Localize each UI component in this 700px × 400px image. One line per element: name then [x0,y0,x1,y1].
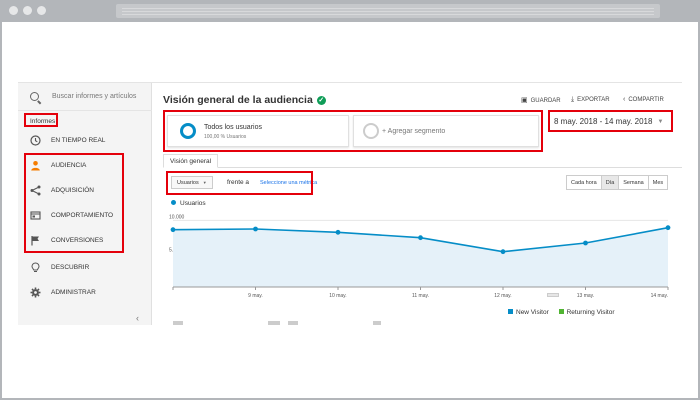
legend-new-visitor: New Visitor [508,309,549,316]
metric-select-value: Usuarios [177,180,199,186]
data-point [418,235,423,241]
sidebar-item-comportamiento[interactable]: COMPORTAMIENTO [18,206,152,226]
save-button[interactable]: ▣ GUARDAR [521,96,561,104]
acquisition-icon [30,185,41,196]
behavior-icon [30,210,41,221]
sidebar: Buscar informes y artículos Informes EN … [18,83,152,325]
export-icon: ⤓ [571,96,575,103]
metric-select[interactable]: Usuarios ▼ [171,176,213,189]
browser-title-bar [0,0,700,22]
clock-icon [30,135,41,146]
sidebar-section-informes: Informes [30,118,56,125]
share-button[interactable]: ‹ COMPARTIR [623,96,664,103]
tab-vision-general[interactable]: Visión general [163,154,219,168]
analytics-app: Buscar informes y artículos Informes EN … [18,82,682,325]
sidebar-item-label: ADQUISICIÓN [51,187,94,194]
sidebar-item-realtime[interactable]: EN TIEMPO REAL [18,131,152,151]
export-button[interactable]: ⤓ EXPORTAR [571,96,610,104]
page-title-text: Visión general de la audiencia [163,94,313,106]
period-week-button[interactable]: Semana [618,175,649,190]
legend-label: Returning Visitor [566,309,615,316]
x-tick-label: 10 may. [329,293,346,299]
legend-swatch [508,309,513,314]
collapse-sidebar-icon[interactable]: ‹ [136,313,139,323]
period-month-button[interactable]: Mes [647,175,669,190]
search-input[interactable]: Buscar informes y artículos [52,93,136,100]
segment-all-users[interactable]: Todos los usuarios 100,00 % Usuarios [167,115,349,147]
sidebar-search[interactable]: Buscar informes y artículos [18,83,152,111]
sidebar-item-administrar[interactable]: ADMINISTRAR [18,283,152,303]
x-tick-label: 11 may. [412,293,429,299]
chart-legend: Usuarios [171,200,206,207]
sidebar-item-label: EN TIEMPO REAL [51,137,106,144]
verified-check-icon: ✓ [316,96,326,105]
export-label: EXPORTAR [577,97,610,103]
main-content: Visión general de la audiencia ✓ ▣ GUARDAR… [153,83,682,325]
sidebar-item-audiencia[interactable]: AUDIENCIA [18,156,152,176]
visitor-type-legend: New Visitor Returning Visitor [508,309,623,316]
sidebar-item-label: CONVERSIONES [51,237,104,244]
sidebar-item-label: AUDIENCIA [51,162,87,169]
window-minimize-dot[interactable] [23,6,32,15]
sidebar-item-label: DESCUBRIR [51,264,90,271]
segment-name: Todos los usuarios [204,124,262,131]
flag-icon [30,235,41,246]
gear-icon [30,287,41,298]
period-hourly-button[interactable]: Cada hora [566,175,602,190]
window-maximize-dot[interactable] [37,6,46,15]
data-point [170,227,176,233]
x-tick-label: 9 may. [248,293,263,299]
add-segment-label: + Agregar segmento [382,128,446,135]
address-bar[interactable] [116,4,660,18]
save-label: GUARDAR [530,98,561,104]
save-icon: ▣ [521,97,528,104]
date-range-picker[interactable]: 8 may. 2018 - 14 may. 2018 ▼ [554,117,663,126]
data-point [253,226,258,232]
x-tick-label: 14 may. [651,293,668,299]
chart-scroll-handle[interactable] [547,293,559,297]
data-point [335,229,341,235]
legend-label: New Visitor [516,309,549,316]
table-header-stub [173,321,493,325]
sidebar-item-conversiones[interactable]: CONVERSIONES [18,231,152,251]
add-segment-circle-icon [363,123,379,139]
sidebar-item-descubrir[interactable]: DESCUBRIR [18,258,152,278]
x-tick-label: 12 may. [494,293,511,299]
y-tick-label: 10.000 [169,214,185,220]
segment-color-icon [180,123,196,139]
legend-series-label: Usuarios [180,200,206,207]
segment-subtitle: 100,00 % Usuarios [204,134,247,140]
data-point [665,225,671,231]
share-icon: ‹ [623,96,626,103]
period-toggle: Cada hora Día Semana Mes [566,175,669,190]
legend-swatch [171,200,176,205]
users-line-chart[interactable]: 10.0005.0009 may.10 may.11 may.12 may.13… [163,211,682,301]
data-point [583,240,588,246]
person-icon [30,160,41,171]
legend-swatch [558,309,564,314]
chevron-down-icon: ▼ [202,180,207,185]
chevron-down-icon: ▼ [657,119,664,125]
search-icon [30,92,39,101]
data-point [500,249,506,255]
sidebar-item-label: COMPORTAMIENTO [51,212,114,219]
page-title: Visión general de la audiencia ✓ [163,94,326,106]
x-tick-label: 13 may. [577,293,594,299]
sidebar-item-label: ADMINISTRAR [51,289,96,296]
select-metric-link[interactable]: Seleccione una métrica [260,180,317,186]
window-close-dot[interactable] [9,6,18,15]
compare-label: frente a [227,179,250,186]
report-tabs: Visión general [163,154,682,168]
lightbulb-icon [30,262,41,273]
sidebar-item-adquisicion[interactable]: ADQUISICIÓN [18,181,152,201]
browser-frame-left [0,22,2,400]
legend-returning-visitor: Returning Visitor [558,309,615,316]
date-range-text: 8 may. 2018 - 14 may. 2018 [554,117,653,126]
share-label: COMPARTIR [628,97,664,103]
add-segment-button[interactable]: + Agregar segmento [353,115,539,147]
period-day-button[interactable]: Día [600,175,620,190]
